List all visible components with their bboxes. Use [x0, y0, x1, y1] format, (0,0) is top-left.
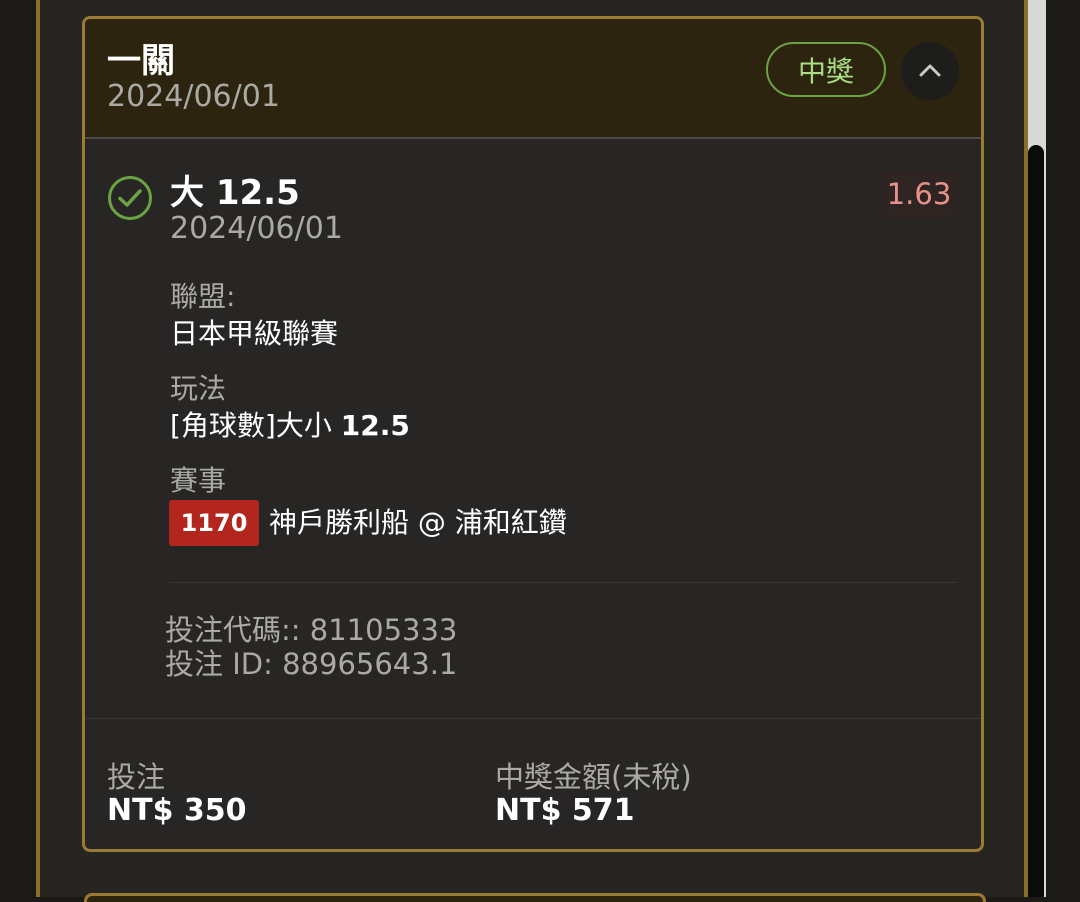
selection-pick: 大 — [170, 173, 204, 213]
stake-value: NT$ 350 — [107, 793, 247, 828]
bet-id-value: 88965643.1 — [282, 647, 458, 681]
check-circle-icon — [108, 176, 152, 220]
payout-label: 中獎金額(未稅) — [495, 760, 692, 794]
right-margin — [1046, 0, 1080, 897]
bet-code-label: 投注代碼:: — [165, 613, 301, 647]
league-label: 聯盟: — [170, 280, 236, 313]
market-label: 玩法 — [170, 372, 227, 405]
bet-code-value: 81105333 — [309, 613, 458, 647]
stake-label: 投注 — [107, 760, 166, 794]
divider — [85, 718, 981, 719]
league-value: 日本甲級聯賽 — [170, 317, 339, 350]
bet-ticket-card: 一關 2024/06/01 中獎 大 12.5 2024/06/01 1.63 … — [82, 16, 984, 852]
scrollbar-thumb[interactable] — [1028, 145, 1044, 897]
chevron-up-icon — [919, 64, 941, 77]
bet-code: 投注代碼:: 81105333 — [165, 613, 457, 647]
market-value: [角球數]大小 12.5 — [170, 409, 410, 443]
event-id-badge: 1170 — [169, 500, 259, 546]
divider — [169, 582, 957, 583]
status-badge: 中獎 — [766, 42, 886, 97]
bet-id-label: 投注 ID: — [165, 647, 273, 681]
event-label: 賽事 — [170, 464, 227, 497]
selection-title: 大 12.5 — [170, 173, 300, 213]
next-ticket-card[interactable] — [84, 893, 986, 902]
ticket-date: 2024/06/01 — [107, 79, 280, 114]
event-name: 神戶勝利船 @ 浦和紅鑽 — [269, 506, 567, 539]
panel-border-left — [36, 0, 40, 897]
market-value-line: 12.5 — [340, 409, 410, 442]
selection-date: 2024/06/01 — [170, 211, 343, 246]
ticket-title: 一關 — [107, 41, 175, 81]
selection-line: 12.5 — [215, 173, 300, 213]
market-value-text: [角球數]大小 — [170, 409, 332, 442]
collapse-button[interactable] — [901, 42, 959, 100]
odds-value: 1.63 — [881, 170, 957, 218]
ticket-header[interactable]: 一關 2024/06/01 中獎 — [85, 19, 981, 139]
payout-value: NT$ 571 — [495, 793, 635, 828]
bet-id: 投注 ID: 88965643.1 — [165, 647, 457, 681]
